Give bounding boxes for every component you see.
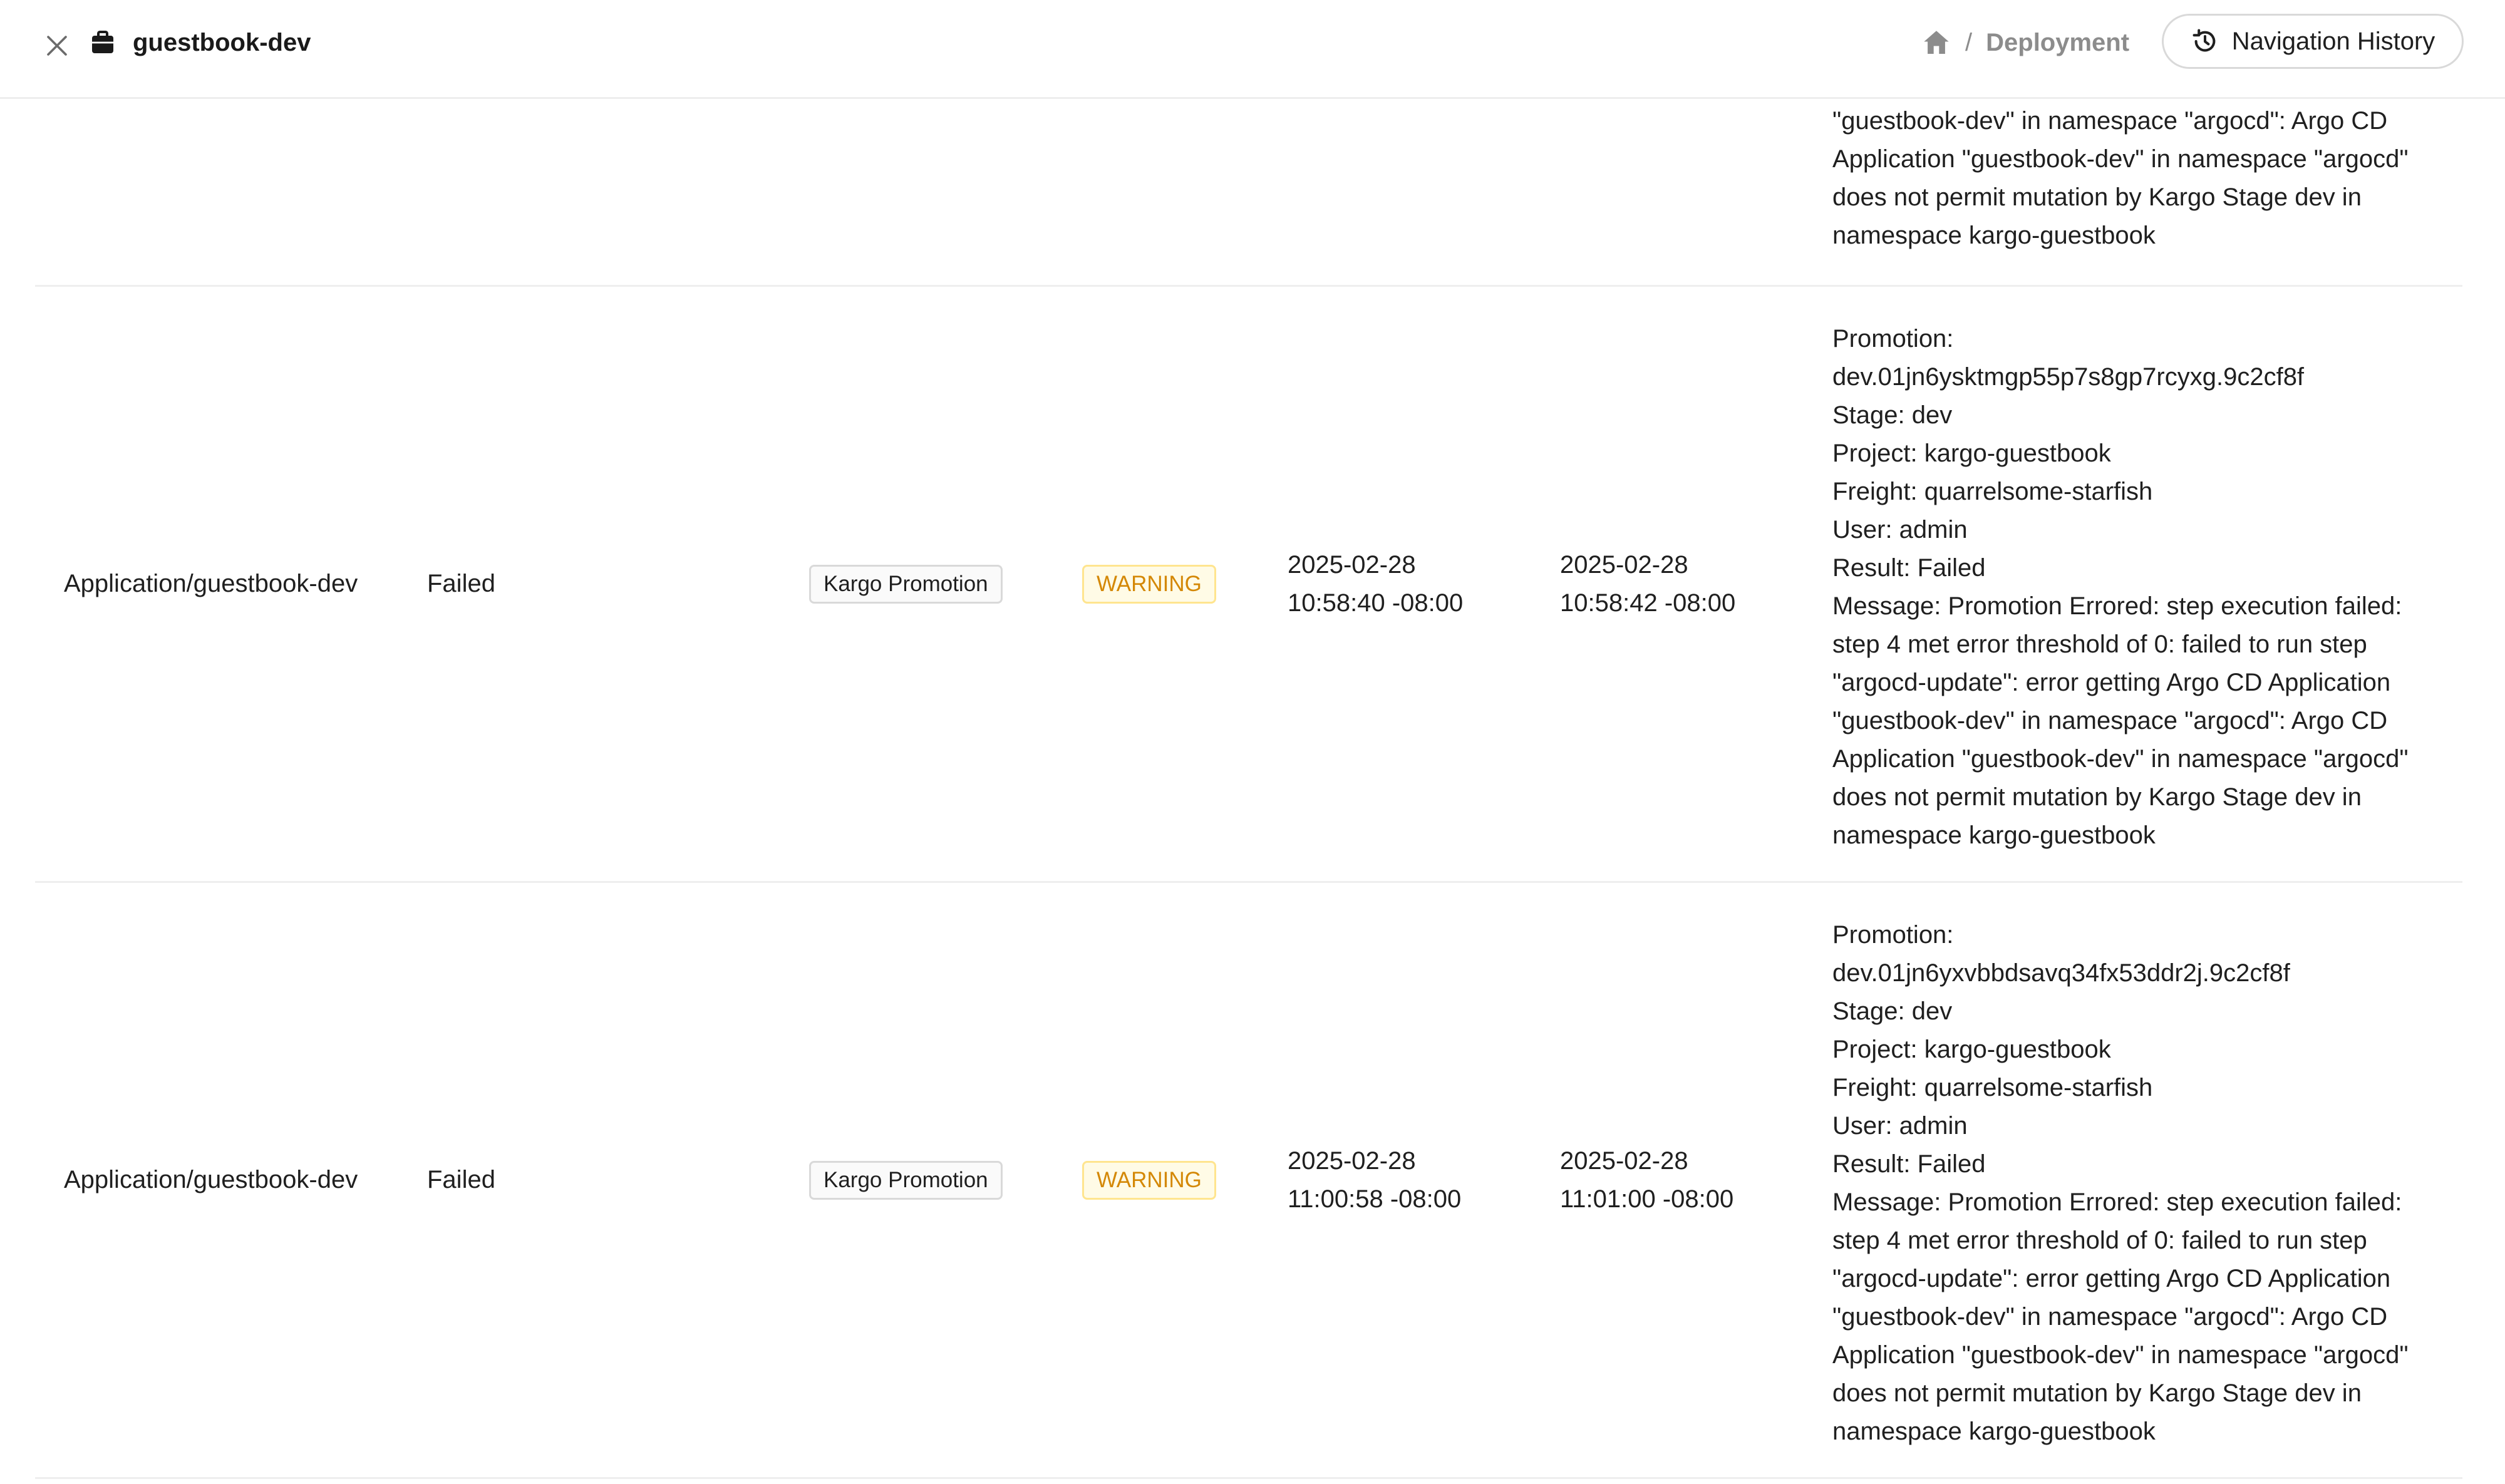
event-last-seen: 2025-02-28 11:01:00 -08:00 <box>1560 1146 1734 1213</box>
event-object: Application/guestbook-dev <box>64 570 358 597</box>
source-tag: Kargo Promotion <box>809 1160 1003 1200</box>
breadcrumb: / Deployment <box>1921 24 2129 61</box>
navigation-history-button[interactable]: Navigation History <box>2162 14 2464 69</box>
event-first-seen: 2025-02-28 10:58:40 -08:00 <box>1288 550 1464 617</box>
source-tag: Kargo Promotion <box>809 564 1003 604</box>
breadcrumb-separator: / <box>1965 28 1973 56</box>
warning-badge: WARNING <box>1082 564 1216 604</box>
event-reason: Failed <box>427 1166 495 1193</box>
close-icon <box>44 33 70 58</box>
page-title: guestbook-dev <box>133 29 311 56</box>
breadcrumb-current: Deployment <box>1986 28 2130 56</box>
event-first-seen: 2025-02-28 11:00:58 -08:00 <box>1288 1146 1462 1213</box>
event-message: "guestbook-dev" in namespace "argocd": A… <box>1832 107 2409 249</box>
history-icon <box>2191 27 2219 56</box>
event-type: WARNING <box>1082 883 1216 1477</box>
drawer-header: guestbook-dev / Deployment Navigation Hi… <box>0 0 2505 99</box>
table-row: Application/guestbook-dev Failed Kargo P… <box>35 883 2462 1479</box>
event-object: Application/guestbook-dev <box>64 1166 358 1193</box>
table-row: "guestbook-dev" in namespace "argocd": A… <box>35 99 2462 287</box>
table-row: Application/guestbook-dev Failed Kargo P… <box>35 287 2462 883</box>
event-type: WARNING <box>1082 287 1216 881</box>
home-icon[interactable] <box>1921 27 1953 58</box>
event-reason: Failed <box>427 570 495 597</box>
event-source: Kargo Promotion <box>809 287 1003 881</box>
warning-badge: WARNING <box>1082 1160 1216 1200</box>
event-source: Kargo Promotion <box>809 883 1003 1477</box>
briefcase-icon <box>90 30 115 55</box>
event-last-seen: 2025-02-28 10:58:42 -08:00 <box>1560 550 1736 617</box>
close-button[interactable] <box>36 25 78 66</box>
event-message: Promotion: dev.01jn6ysktmgp55p7s8gp7rcyx… <box>1832 325 2409 849</box>
events-table: "guestbook-dev" in namespace "argocd": A… <box>35 99 2462 1484</box>
navigation-history-label: Navigation History <box>2231 27 2435 55</box>
event-message: Promotion: dev.01jn6yxvbbdsavq34fx53ddr2… <box>1832 921 2409 1445</box>
